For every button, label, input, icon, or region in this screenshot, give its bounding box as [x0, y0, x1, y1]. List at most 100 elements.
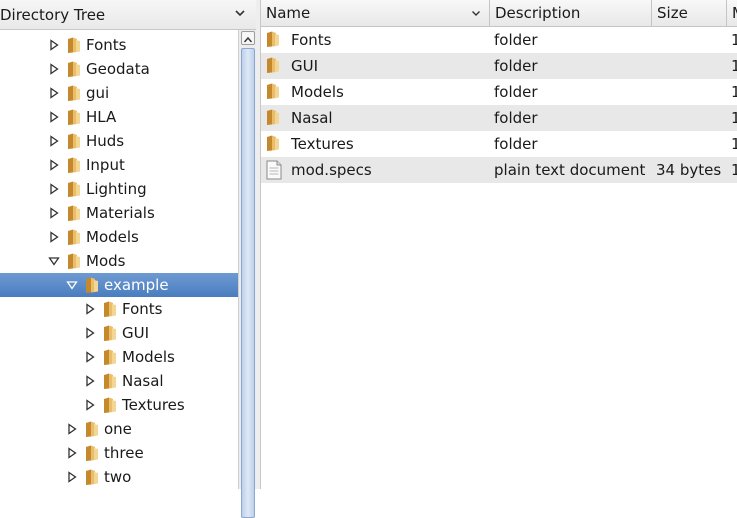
- folder-icon: [86, 277, 98, 293]
- tree-item-label: Models: [122, 348, 175, 366]
- expand-arrow-icon[interactable]: [48, 111, 60, 123]
- folder-icon: [68, 229, 80, 245]
- folder-icon: [68, 37, 80, 53]
- folder-icon: [104, 325, 116, 341]
- tree-item-nasal[interactable]: Nasal: [0, 369, 238, 393]
- expand-arrow-icon[interactable]: [84, 303, 96, 315]
- tree-item-textures[interactable]: Textures: [0, 393, 238, 417]
- folder-icon-wrap: [84, 420, 100, 438]
- folder-icon: [267, 83, 279, 99]
- collapse-arrow-icon[interactable]: [48, 255, 60, 267]
- tree-item-example[interactable]: example: [0, 273, 238, 297]
- folder-icon: [267, 109, 279, 125]
- folder-icon-wrap: [66, 84, 82, 102]
- tree-item-lighting[interactable]: Lighting: [0, 177, 238, 201]
- tree-item-two[interactable]: two: [0, 465, 238, 489]
- folder-icon: [104, 373, 116, 389]
- tree-item-materials[interactable]: Materials: [0, 201, 238, 225]
- file-name: Nasal: [291, 109, 333, 127]
- folder-icon-wrap: [84, 276, 100, 294]
- column-header-description-label: Description: [495, 4, 581, 22]
- directory-tree-title: Directory Tree: [0, 6, 106, 24]
- tree-item-one[interactable]: one: [0, 417, 238, 441]
- folder-icon-wrap: [66, 108, 82, 126]
- file-name: Fonts: [291, 31, 332, 49]
- tree-item-models[interactable]: Models: [0, 225, 238, 249]
- expand-arrow-icon[interactable]: [84, 327, 96, 339]
- tree-item-fonts[interactable]: Fonts: [0, 297, 238, 321]
- file-icon: [265, 108, 281, 130]
- expand-arrow-icon[interactable]: [84, 351, 96, 363]
- expand-arrow-icon[interactable]: [48, 135, 60, 147]
- chevron-up-icon: [243, 36, 253, 43]
- column-header-name[interactable]: Name: [261, 0, 490, 27]
- file-icon: [265, 134, 281, 156]
- sort-chevron-icon: [472, 11, 480, 16]
- file-modified: 1: [731, 57, 737, 75]
- folder-icon-wrap: [66, 252, 82, 270]
- tree-item-hla[interactable]: HLA: [0, 105, 238, 129]
- file-size: 34 bytes: [656, 161, 722, 179]
- expand-arrow-icon[interactable]: [48, 231, 60, 243]
- collapse-arrow-icon[interactable]: [66, 279, 78, 291]
- directory-tree-header[interactable]: Directory Tree: [0, 0, 259, 30]
- file-row[interactable]: Fonts folder 1: [261, 27, 737, 53]
- tree-item-gui[interactable]: GUI: [0, 321, 238, 345]
- tree-item-three[interactable]: three: [0, 441, 238, 465]
- file-description: folder: [494, 135, 538, 153]
- tree-item-label: Geodata: [86, 60, 150, 78]
- file-row[interactable]: mod.specs plain text document 34 bytes 1: [261, 157, 737, 183]
- scroll-up-button[interactable]: [241, 31, 255, 45]
- folder-icon-wrap: [66, 156, 82, 174]
- file-row[interactable]: Nasal folder 1: [261, 105, 737, 131]
- tree-item-huds[interactable]: Huds: [0, 129, 238, 153]
- file-modified: 1: [731, 109, 737, 127]
- column-header-size[interactable]: Size: [652, 0, 727, 27]
- file-icon: [265, 56, 281, 78]
- tree-item-mods[interactable]: Mods: [0, 249, 238, 273]
- folder-icon: [267, 31, 279, 47]
- column-header-modified[interactable]: M: [727, 0, 737, 27]
- file-icon: [265, 160, 283, 184]
- folder-icon-wrap: [84, 468, 100, 486]
- file-row[interactable]: GUI folder 1: [261, 53, 737, 79]
- tree-item-label: example: [104, 276, 169, 294]
- tree-item-label: GUI: [122, 324, 150, 342]
- column-header-description[interactable]: Description: [490, 0, 652, 27]
- file-description: folder: [494, 31, 538, 49]
- tree-item-input[interactable]: Input: [0, 153, 238, 177]
- expand-arrow-icon[interactable]: [66, 447, 78, 459]
- column-header-size-label: Size: [657, 4, 688, 22]
- expand-arrow-icon[interactable]: [84, 399, 96, 411]
- tree-vertical-scrollbar[interactable]: [238, 30, 256, 518]
- tree-item-label: two: [104, 468, 132, 486]
- expand-arrow-icon[interactable]: [48, 183, 60, 195]
- tree-item-label: one: [104, 420, 132, 438]
- tree-item-gui[interactable]: gui: [0, 81, 238, 105]
- expand-arrow-icon[interactable]: [48, 39, 60, 51]
- folder-icon-wrap: [84, 444, 100, 462]
- file-name: mod.specs: [291, 161, 372, 179]
- expand-arrow-icon[interactable]: [48, 87, 60, 99]
- tree-item-geodata[interactable]: Geodata: [0, 57, 238, 81]
- file-icon: [265, 82, 281, 104]
- expand-arrow-icon[interactable]: [48, 207, 60, 219]
- chevron-down-icon[interactable]: [233, 6, 247, 20]
- file-row[interactable]: Textures folder 1: [261, 131, 737, 157]
- file-name: Textures: [291, 135, 354, 153]
- expand-arrow-icon[interactable]: [48, 63, 60, 75]
- expand-arrow-icon[interactable]: [66, 471, 78, 483]
- file-description: folder: [494, 109, 538, 127]
- file-row[interactable]: Models folder 1: [261, 79, 737, 105]
- folder-icon-wrap: [102, 396, 118, 414]
- folder-icon: [86, 445, 98, 461]
- scroll-thumb[interactable]: [241, 48, 255, 518]
- tree-item-models[interactable]: Models: [0, 345, 238, 369]
- expand-arrow-icon[interactable]: [84, 375, 96, 387]
- expand-arrow-icon[interactable]: [66, 423, 78, 435]
- tree-item-label: Fonts: [122, 300, 163, 318]
- file-modified: 1: [731, 31, 737, 49]
- file-modified: 1: [731, 83, 737, 101]
- tree-item-fonts[interactable]: Fonts: [0, 33, 238, 57]
- expand-arrow-icon[interactable]: [48, 159, 60, 171]
